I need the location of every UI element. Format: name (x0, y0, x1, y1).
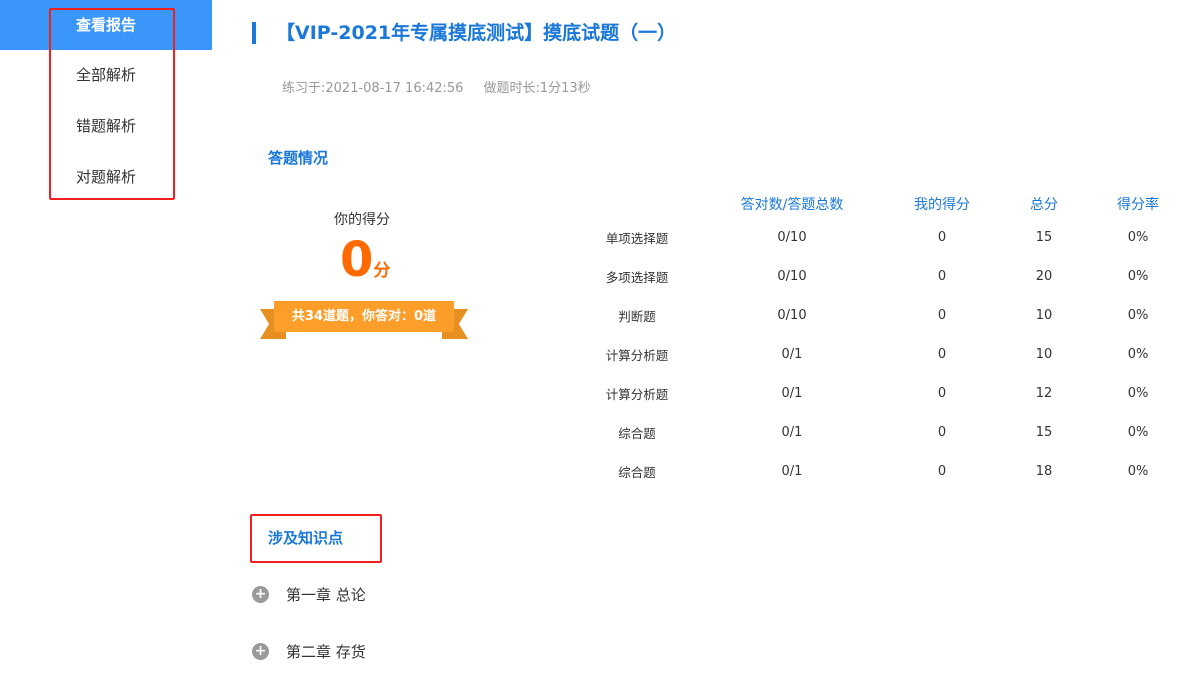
score: 0分 (340, 232, 390, 288)
col-header: 答对数/答题总数 (740, 197, 844, 213)
table-row: 计算分析题 0/1 0 10 0% (580, 335, 1182, 374)
summary-ribbon: 共34道题，你答对：0道 (260, 301, 468, 339)
table-cell: 单项选择题 (605, 231, 669, 246)
table-cell: 0% (1127, 230, 1149, 245)
table-cell: 0/10 (777, 308, 807, 323)
knowledge-item-label: 第一章 总论 (286, 586, 366, 604)
table-cell: 0% (1127, 269, 1149, 284)
table-cell: 0/10 (777, 269, 807, 284)
table-cell: 0 (937, 308, 947, 323)
table-row: 综合题 0/1 0 15 0% (580, 413, 1182, 452)
table-cell: 0% (1127, 464, 1149, 479)
col-header: 我的得分 (914, 197, 970, 213)
table-cell: 0% (1127, 386, 1149, 401)
knowledge-item[interactable]: + 第一章 总论 (252, 584, 366, 605)
table-cell: 0 (937, 425, 947, 440)
table-cell: 0% (1127, 308, 1149, 323)
table-cell: 0/1 (781, 464, 803, 479)
table-row: 单项选择题 0/10 0 15 0% (580, 218, 1182, 257)
table-cell: 0/1 (781, 347, 803, 362)
table-cell: 0 (937, 269, 947, 284)
table-cell: 综合题 (618, 465, 656, 480)
knowledge-item-label: 第二章 存货 (286, 643, 366, 661)
duration: 做题时长:1分13秒 (483, 81, 591, 96)
table-cell: 0/1 (781, 386, 803, 401)
answers-section-title: 答题情况 (268, 149, 329, 167)
practice-meta: 练习于:2021-08-17 16:42:56 做题时长:1分13秒 (282, 77, 611, 96)
table-cell: 计算分析题 (605, 348, 669, 363)
page-title: 【VIP-2021年专属摸底测试】摸底试题（一） (252, 22, 676, 44)
score-unit: 分 (373, 261, 391, 281)
score-table: 答对数/答题总数 我的得分 总分 得分率 单项选择题 0/10 0 15 0% 多项选择题… (580, 190, 1182, 491)
col-header: 得分率 (1117, 197, 1159, 213)
table-cell: 0 (937, 386, 947, 401)
table-cell: 0 (937, 347, 947, 362)
table-cell: 15 (1035, 230, 1053, 245)
table-cell: 0/10 (777, 230, 807, 245)
highlight-box-sidebar (49, 8, 175, 200)
table-cell: 计算分析题 (605, 387, 669, 402)
expand-plus-icon[interactable]: + (252, 643, 269, 660)
table-cell: 多项选择题 (605, 270, 669, 285)
practice-time: 练习于:2021-08-17 16:42:56 (282, 81, 464, 96)
table-cell: 0% (1127, 347, 1149, 362)
table-cell: 18 (1035, 464, 1053, 479)
summary-text: 共34道题，你答对：0道 (274, 301, 454, 332)
table-row: 计算分析题 0/1 0 12 0% (580, 374, 1182, 413)
table-row: 综合题 0/1 0 18 0% (580, 452, 1182, 491)
table-cell: 10 (1035, 347, 1053, 362)
knowledge-item[interactable]: + 第二章 存货 (252, 641, 366, 662)
col-header: 总分 (1030, 197, 1058, 213)
table-cell: 综合题 (618, 426, 656, 441)
table-row: 多项选择题 0/10 0 20 0% (580, 257, 1182, 296)
table-cell: 20 (1035, 269, 1053, 284)
table-cell: 0 (937, 230, 947, 245)
table-cell: 0 (937, 464, 947, 479)
score-value: 0 (340, 232, 374, 288)
expand-plus-icon[interactable]: + (252, 586, 269, 603)
table-cell: 10 (1035, 308, 1053, 323)
score-label: 你的得分 (334, 212, 390, 228)
table-row: 判断题 0/10 0 10 0% (580, 296, 1182, 335)
table-cell: 0% (1127, 425, 1149, 440)
table-cell: 判断题 (618, 309, 656, 324)
table-cell: 15 (1035, 425, 1053, 440)
knowledge-section-title: 涉及知识点 (268, 529, 344, 547)
col-header (580, 190, 694, 218)
table-cell: 0/1 (781, 425, 803, 440)
table-cell: 12 (1035, 386, 1053, 401)
